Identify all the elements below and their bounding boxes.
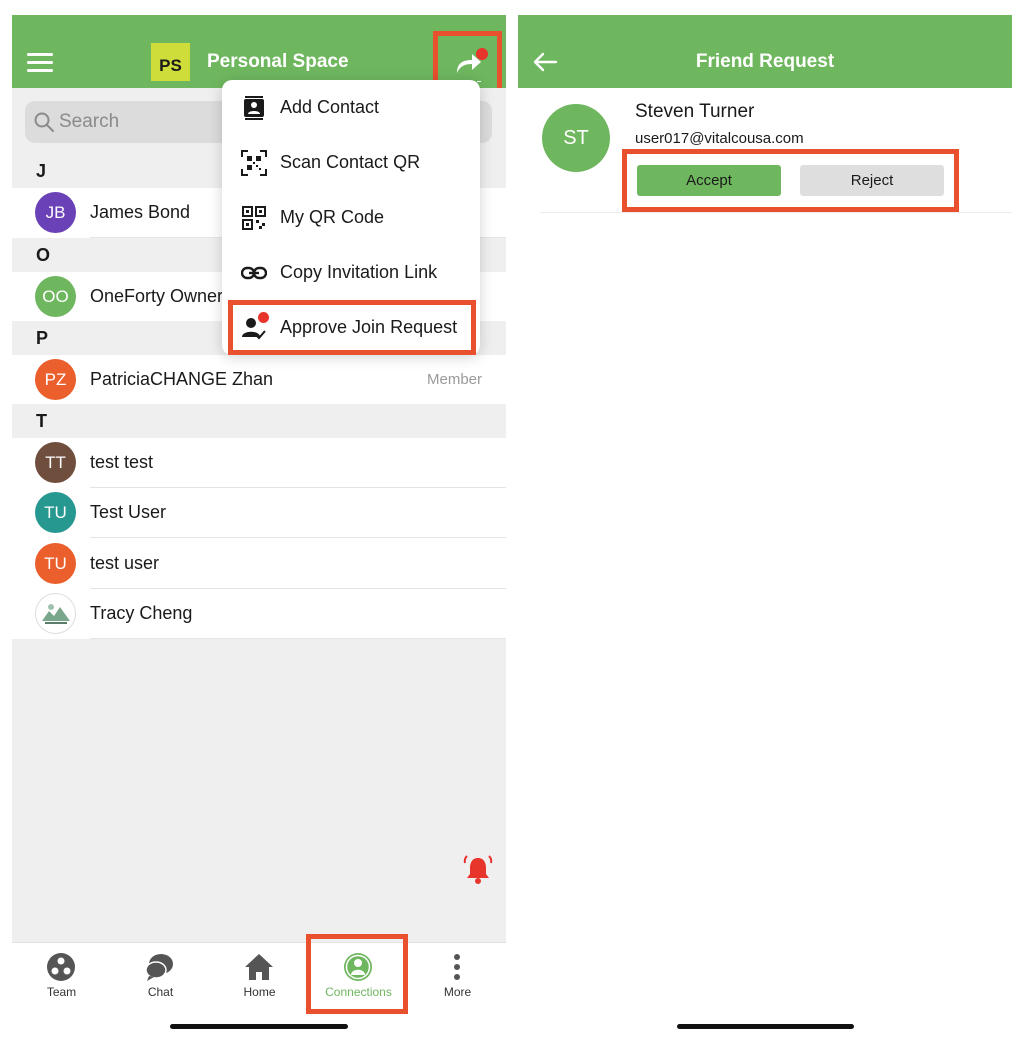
avatar: TU [35, 543, 76, 584]
menu-item-label: Add Contact [280, 97, 380, 117]
requester-email: user017@vitalcousa.com [635, 130, 804, 147]
space-title: Personal Space [207, 51, 349, 72]
notification-dot [476, 48, 488, 60]
avatar-picture-icon [41, 603, 70, 624]
contact-row[interactable]: TU test user [12, 539, 506, 589]
search-input[interactable] [59, 101, 239, 143]
tab-home[interactable]: Home [210, 943, 309, 1013]
tab-chat[interactable]: Chat [111, 943, 210, 1013]
contact-book-icon [244, 96, 264, 120]
contact-name: Test User [90, 502, 167, 522]
empty-area [12, 639, 506, 942]
avatar: JB [35, 192, 76, 233]
home-indicator [677, 1024, 854, 1029]
menu-item-label: My QR Code [280, 207, 385, 227]
notification-dot [258, 312, 269, 323]
avatar: TT [35, 442, 76, 483]
connections-screen: PS Personal Space J JB James Bond O OO O… [12, 15, 506, 1040]
menu-item-my-qr[interactable]: My QR Code [222, 190, 480, 245]
divider [540, 212, 1012, 213]
space-logo: PS [151, 43, 190, 81]
contact-name: test test [90, 452, 154, 472]
menu-item-label: Approve Join Request [280, 317, 458, 337]
avatar: ST [542, 104, 610, 172]
home-icon [245, 954, 273, 980]
qr-scan-icon [241, 150, 267, 176]
search-icon [34, 112, 54, 132]
accept-button[interactable]: Accept [637, 165, 781, 196]
add-menu-dropdown: Add Contact Scan Contact QR My QR Code C… [222, 80, 480, 355]
home-indicator [170, 1024, 348, 1029]
tab-label: Connections [325, 985, 392, 999]
friend-request-screen: Friend Request ST Steven Turner user017@… [518, 15, 1012, 1040]
tab-team[interactable]: Team [12, 943, 111, 1013]
more-icon [454, 954, 460, 980]
contact-row[interactable]: TT test test [12, 438, 506, 488]
menu-item-copy-link[interactable]: Copy Invitation Link [222, 245, 480, 300]
contact-row[interactable]: PZ PatriciaCHANGE Zhan Member [12, 355, 506, 405]
app-header: Friend Request [518, 15, 1012, 88]
contact-name: PatriciaCHANGE Zhan [90, 369, 274, 389]
tab-connections[interactable]: Connections [309, 943, 408, 1013]
hamburger-menu-icon[interactable] [27, 53, 53, 72]
tab-label: Chat [147, 985, 174, 999]
connections-icon [344, 953, 372, 981]
app-header: PS Personal Space [12, 15, 506, 88]
contact-name: OneForty Owner [90, 286, 224, 306]
tab-more[interactable]: More [408, 943, 506, 1013]
menu-item-label: Scan Contact QR [280, 152, 421, 172]
section-header: T [12, 404, 506, 438]
tab-label: Home [243, 985, 276, 999]
menu-item-approve-join-request[interactable]: Approve Join Request [222, 300, 480, 355]
contact-name: Tracy Cheng [90, 603, 193, 623]
role-label: Member [426, 371, 482, 388]
contact-name: test user [90, 553, 160, 573]
bell-icon[interactable] [461, 853, 495, 887]
contact-name: James Bond [90, 202, 191, 222]
menu-item-add-contact[interactable]: Add Contact [222, 80, 480, 135]
chat-icon [145, 954, 173, 981]
page-title: Friend Request [695, 51, 835, 72]
avatar: PZ [35, 359, 76, 400]
avatar: OO [35, 276, 76, 317]
team-icon [47, 953, 75, 981]
requester-name: Steven Turner [635, 101, 755, 122]
qr-code-icon [242, 206, 266, 230]
share-button[interactable] [448, 48, 488, 82]
avatar-image [35, 593, 76, 634]
reject-button[interactable]: Reject [800, 165, 944, 196]
avatar: TU [35, 492, 76, 533]
menu-item-scan-qr[interactable]: Scan Contact QR [222, 135, 480, 190]
tab-label: More [443, 985, 472, 999]
tab-label: Team [46, 985, 77, 999]
link-icon [241, 266, 267, 280]
contact-row[interactable]: TU Test User [12, 488, 506, 538]
menu-item-label: Copy Invitation Link [280, 262, 438, 282]
contact-row[interactable]: Tracy Cheng [12, 589, 506, 639]
